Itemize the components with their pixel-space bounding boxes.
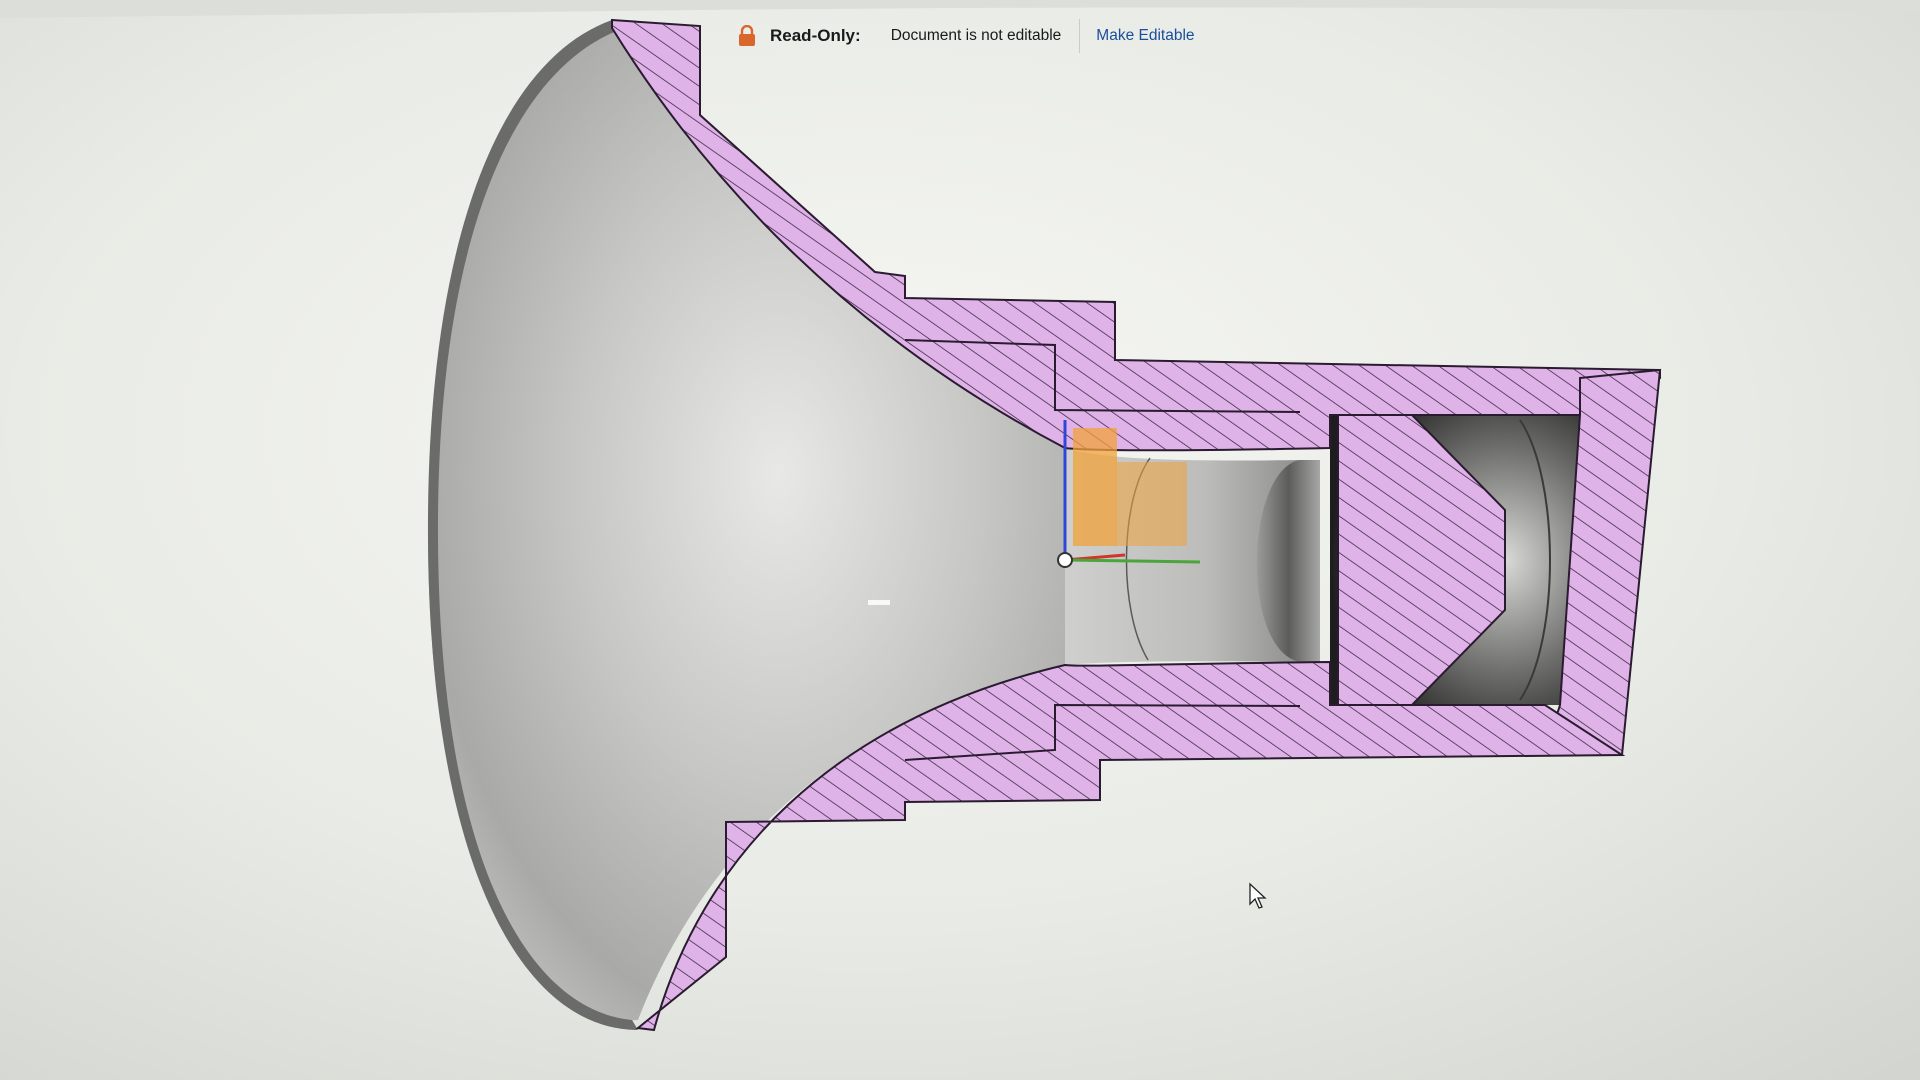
origin-plane-highlight-2 bbox=[1117, 462, 1187, 546]
banner-message: Document is not editable bbox=[890, 27, 1062, 44]
read-only-banner: Read-Only: Document is not editable Make… bbox=[738, 14, 1195, 58]
banner-divider bbox=[1079, 19, 1081, 53]
model-canvas[interactable] bbox=[0, 0, 1920, 1080]
3d-viewport[interactable]: Read-Only: Document is not editable Make… bbox=[0, 0, 1920, 1080]
light-glint bbox=[868, 600, 890, 605]
origin-plane-highlight bbox=[1073, 428, 1117, 546]
lock-icon bbox=[738, 25, 756, 47]
make-editable-link[interactable]: Make Editable bbox=[1096, 27, 1194, 45]
banner-label: Read-Only: bbox=[770, 26, 861, 45]
